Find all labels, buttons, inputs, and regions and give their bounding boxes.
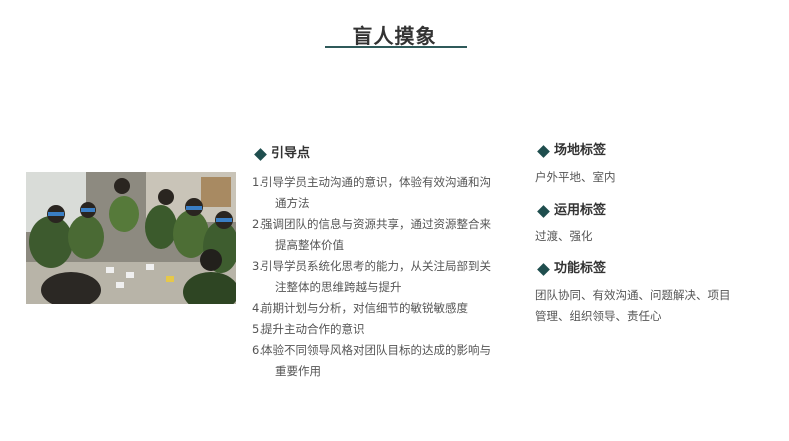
page-title: 盲人摸象 [352,24,437,48]
list-item: 4.前期计划与分析，对信细节的敏锐敏感度 [252,301,468,315]
list-item: 1.引导学员主动沟通的意识，体验有效沟通和沟通方法 [252,175,491,210]
diamond-bullet-icon [254,147,267,161]
list-item: 2.强调团队的信息与资源共享，通过资源整合来提高整体价值 [252,217,491,252]
venue-heading: 场地标签 [537,143,606,159]
list-item: 5.提升主动合作的意识 [252,322,365,336]
list-item: 3.引导学员系统化思考的能力，从关注局部到关注整体的思维跨越与提升 [252,259,491,294]
list-item: 6.体验不同领导风格对团队目标的达成的影响与重要作用 [252,343,491,378]
usage-tags: 过渡、强化 [535,229,593,243]
activity-photo [26,172,236,304]
function-heading: 功能标签 [537,261,606,277]
guide-list: 1.引导学员主动沟通的意识，体验有效沟通和沟通方法 2.强调团队的信息与资源共享… [252,172,492,382]
usage-heading-label: 运用标签 [554,203,607,218]
usage-heading: 运用标签 [537,203,606,219]
diamond-bullet-icon [537,204,550,218]
guide-heading: 引导点 [254,146,310,162]
diamond-bullet-icon [537,262,550,276]
venue-heading-label: 场地标签 [554,143,607,158]
function-tags-line-1: 团队协同、有效沟通、问题解决、项目 [535,288,731,302]
venue-tags: 户外平地、室内 [535,170,616,184]
diamond-bullet-icon [537,144,550,158]
guide-heading-label: 引导点 [271,146,311,161]
function-heading-label: 功能标签 [554,261,607,276]
function-tags-line-2: 管理、组织领导、责任心 [535,309,662,323]
title-underline [325,46,467,48]
